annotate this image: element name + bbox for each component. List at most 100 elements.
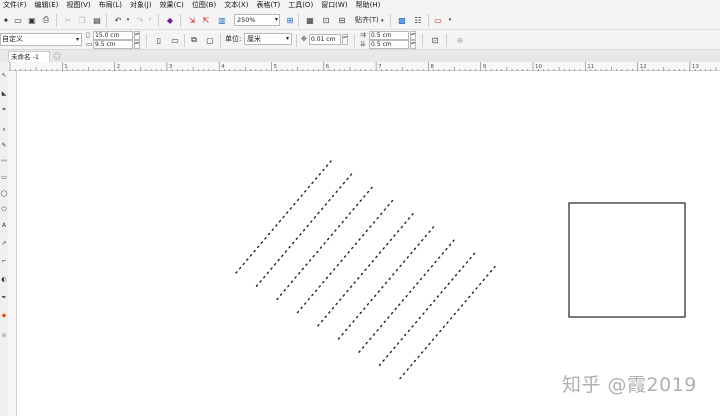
ruler-number: 13 [692,64,699,70]
interactive-fill-icon[interactable]: ◆ [0,312,8,320]
drawing-canvas[interactable] [18,72,720,416]
menu-item[interactable]: 效果(C) [157,0,189,11]
save-icon[interactable]: ▣ [26,14,38,26]
current-page-icon[interactable]: ▢ [204,34,216,46]
standard-toolbar: ✦ ▭ ▣ ⎙ ✂ ❐ ▤ ↶ ▾ ↷ ▾ ◆ ⇲ ⇱ ▥ 250% ▾ ⊞ ▦… [0,11,720,30]
tab-label: 未命名 -1 [11,53,40,61]
guidelines-icon[interactable]: ⊟ [336,14,348,26]
duplicate-distance-y-field[interactable]: 0.5 cm [369,40,409,49]
page-width-icon: ▯ [86,31,90,39]
new-tab-icon[interactable]: + [53,52,61,60]
dotted-line[interactable] [378,252,476,367]
toolbar-separator [106,14,107,27]
full-screen-icon[interactable]: ⊞ [284,14,296,26]
search-content-icon[interactable]: ◆ [164,14,176,26]
page-height-field[interactable]: 9.5 cm [93,40,133,49]
document-tab-bar: 未命名 -1 + [0,50,720,62]
ruler-number: 6 [326,64,330,70]
duplicate-x-stepper[interactable]: ▴▾ [410,31,416,40]
page-width-field[interactable]: 15.0 cm [93,31,133,40]
eyedropper-icon[interactable]: ✒ [0,294,8,302]
dotted-line[interactable] [276,186,373,301]
tab-untitled-1[interactable]: 未命名 -1 [8,51,50,62]
menu-item[interactable]: 文本(X) [221,0,253,11]
export-icon[interactable]: ⇱ [200,14,212,26]
snap-label: 贴齐(T) [355,16,379,24]
snap-to-menu[interactable]: 贴齐(T) ▾ [355,14,384,27]
all-pages-icon[interactable]: ⧉ [188,34,200,46]
dotted-line[interactable] [358,239,455,353]
ruler-number: 4 [221,64,225,70]
freehand-tool-icon[interactable]: ✎ [0,142,8,150]
vertical-ruler[interactable] [8,71,17,416]
cut-icon[interactable]: ✂ [62,14,74,26]
parallel-dimension-icon[interactable]: ↗ [0,240,8,248]
dotted-line[interactable] [255,173,353,287]
dotted-line[interactable] [235,160,332,274]
paste-icon[interactable]: ▤ [91,14,103,26]
pick-tool-icon[interactable]: ↖ [0,72,8,80]
ruler-number: 1 [64,64,68,70]
options-icon[interactable]: ☷ [412,14,424,26]
grid-icon[interactable]: ⊡ [320,14,332,26]
landscape-icon[interactable]: ▭ [169,34,181,46]
nudge-stepper[interactable]: ▴▾ [342,34,348,45]
dotted-line[interactable] [399,265,496,380]
menu-item[interactable]: 表格(T) [253,0,285,11]
menu-item[interactable]: 位图(B) [189,0,221,11]
duplicate-y-stepper[interactable]: ▴▾ [410,40,416,49]
rulers-icon[interactable]: ▦ [304,14,316,26]
polygon-tool-icon[interactable]: ⬠ [0,206,8,214]
rectangle-tool-icon[interactable]: ▭ [0,174,8,182]
dotted-line[interactable] [337,226,435,340]
dotted-line[interactable] [317,213,414,327]
launch-icon[interactable]: ▭ [432,14,444,26]
copy-icon[interactable]: ❐ [76,14,88,26]
redo-dropdown-icon[interactable]: ▾ [144,14,156,26]
zoom-select[interactable]: 250% ▾ [234,14,280,26]
menu-item[interactable]: 窗口(W) [318,0,352,11]
menu-item[interactable]: 帮助(H) [353,0,386,11]
toolbar-separator [56,14,57,27]
ruler-number: 8 [430,64,434,70]
add-icon[interactable]: ⊕ [454,34,466,46]
page-height-stepper[interactable]: ▴▾ [134,40,140,49]
page-options-icon[interactable]: ⊡ [429,34,441,46]
open-icon[interactable]: ▭ [12,14,24,26]
artistic-media-icon[interactable]: 〰 [0,158,8,166]
import-icon[interactable]: ⇲ [186,14,198,26]
shape-tool-icon[interactable]: ◣ [0,90,8,98]
menu-item[interactable]: 对象(J) [127,0,157,11]
ruler-number: 3 [169,64,173,70]
toolbar-separator [146,34,147,47]
ruler-number: 11 [587,64,594,70]
menu-item[interactable]: 编辑(E) [32,0,64,11]
menu-item[interactable]: 文件(F) [0,0,32,11]
page-preset-select[interactable]: 自定义 ▾ [0,33,82,46]
menu-item[interactable]: 视图(V) [63,0,95,11]
menu-item[interactable]: 工具(O) [285,0,318,11]
portrait-icon[interactable]: ▯ [153,34,165,46]
crop-tool-icon[interactable]: ⌗ [0,106,8,114]
print-icon[interactable]: ⎙ [40,14,52,26]
publish-icon[interactable]: ▥ [216,14,228,26]
new-icon[interactable]: ✦ [0,14,12,26]
ellipse-tool-icon[interactable]: ◯ [0,190,8,198]
zoom-tool-icon[interactable]: ⌕ [0,126,8,134]
connector-tool-icon[interactable]: ⌐ [0,258,8,266]
page-width-stepper[interactable]: ▴▾ [134,31,140,40]
horizontal-ruler[interactable]: 1234567891011121314 [8,62,720,71]
blend-tool-icon[interactable]: ◐ [0,276,8,284]
welcome-screen-icon[interactable]: ▩ [396,14,408,26]
text-tool-icon[interactable]: A [0,222,8,230]
add-tool-icon[interactable]: ⊕ [0,332,8,340]
ruler-number: 2 [117,64,121,70]
duplicate-distance-x-field[interactable]: 0.5 cm [369,31,409,40]
units-select[interactable]: 厘米 ▾ [244,33,292,45]
nudge-distance-field[interactable]: 0.01 cm [309,34,341,45]
undo-dropdown-icon[interactable]: ▾ [122,14,134,26]
rectangle-shape[interactable] [568,202,686,318]
menu-item[interactable]: 布局(L) [96,0,127,11]
launch-dropdown-icon[interactable]: ▾ [444,14,456,26]
dotted-line[interactable] [296,199,394,314]
